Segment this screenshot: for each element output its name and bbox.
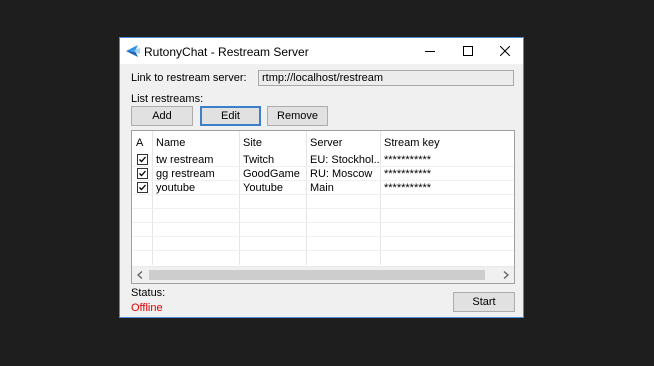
status-value: Offline bbox=[131, 302, 163, 314]
row-site: Youtube bbox=[243, 182, 283, 194]
rutonychat-logo-icon bbox=[126, 45, 140, 57]
checkmark-icon bbox=[139, 184, 146, 191]
row-name: gg restream bbox=[156, 168, 215, 180]
table-row[interactable]: tw restream Twitch EU: Stockhol... *****… bbox=[132, 153, 514, 167]
scroll-left-button[interactable] bbox=[132, 267, 148, 283]
minimize-button[interactable] bbox=[411, 38, 449, 64]
close-button[interactable] bbox=[486, 38, 524, 64]
close-icon bbox=[500, 46, 510, 56]
row-server: Main bbox=[310, 182, 334, 194]
restream-server-window: RutonyChat - Restream Server Link to res… bbox=[119, 37, 524, 318]
grid-line bbox=[132, 250, 514, 251]
row-stream-key: *********** bbox=[384, 182, 432, 194]
list-header: A Name Site Server Stream key bbox=[132, 133, 514, 153]
grid-line bbox=[132, 236, 514, 237]
column-header-site[interactable]: Site bbox=[239, 133, 306, 153]
row-server: RU: Moscow bbox=[310, 168, 373, 180]
row-name: tw restream bbox=[156, 154, 214, 166]
row-active-checkbox[interactable] bbox=[137, 182, 148, 193]
row-active-checkbox[interactable] bbox=[137, 154, 148, 165]
column-header-name[interactable]: Name bbox=[152, 133, 239, 153]
chevron-left-icon bbox=[137, 271, 143, 279]
row-server: EU: Stockhol... bbox=[310, 154, 380, 166]
list-restreams-label: List restreams: bbox=[131, 93, 204, 105]
checkmark-icon bbox=[139, 170, 146, 177]
row-name: youtube bbox=[156, 182, 196, 194]
link-input[interactable]: rtmp://localhost/restream bbox=[258, 70, 514, 86]
row-site: GoodGame bbox=[243, 168, 300, 180]
edit-button[interactable]: Edit bbox=[200, 106, 261, 126]
link-label: Link to restream server: bbox=[131, 72, 247, 84]
row-site: Twitch bbox=[243, 154, 275, 166]
grid-line bbox=[132, 208, 514, 209]
chevron-right-icon bbox=[503, 271, 509, 279]
add-button[interactable]: Add bbox=[131, 106, 193, 126]
column-header-active[interactable]: A bbox=[132, 133, 152, 153]
column-header-stream-key[interactable]: Stream key bbox=[380, 133, 514, 153]
scroll-right-button[interactable] bbox=[498, 267, 514, 283]
column-header-server[interactable]: Server bbox=[306, 133, 380, 153]
remove-button[interactable]: Remove bbox=[267, 106, 328, 126]
table-row[interactable]: youtube Youtube Main *********** bbox=[132, 181, 514, 195]
window-content: Link to restream server: rtmp://localhos… bbox=[120, 64, 523, 317]
title-bar[interactable]: RutonyChat - Restream Server bbox=[120, 38, 523, 64]
restreams-list[interactable]: A Name Site Server Stream key tw restrea… bbox=[131, 130, 515, 284]
minimize-icon bbox=[425, 51, 435, 52]
checkmark-icon bbox=[139, 156, 146, 163]
table-row[interactable]: gg restream GoodGame RU: Moscow ********… bbox=[132, 167, 514, 181]
window-title: RutonyChat - Restream Server bbox=[144, 45, 309, 59]
scroll-thumb[interactable] bbox=[149, 270, 485, 280]
start-button[interactable]: Start bbox=[453, 292, 515, 312]
row-stream-key: *********** bbox=[384, 154, 432, 166]
horizontal-scrollbar[interactable] bbox=[132, 266, 514, 283]
row-stream-key: *********** bbox=[384, 168, 432, 180]
row-active-checkbox[interactable] bbox=[137, 168, 148, 179]
status-label: Status: bbox=[131, 287, 166, 299]
grid-line bbox=[132, 222, 514, 223]
maximize-button[interactable] bbox=[449, 38, 487, 64]
maximize-icon bbox=[463, 46, 473, 56]
